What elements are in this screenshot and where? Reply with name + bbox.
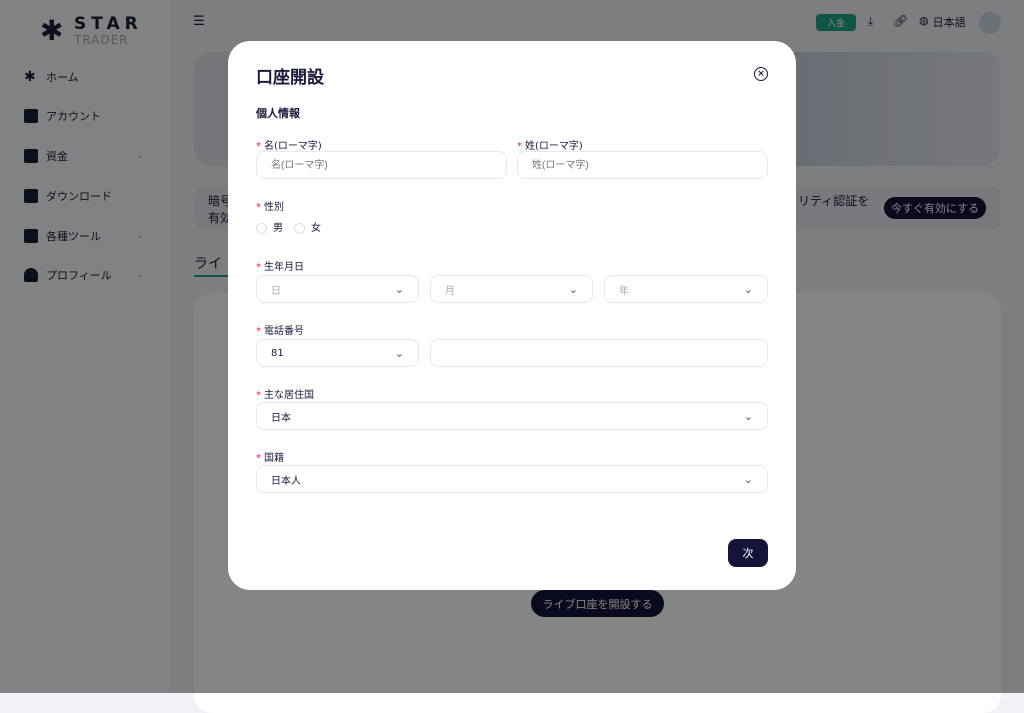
last-name-input[interactable] [517,151,768,179]
gender-label: * 性別 [256,202,284,213]
chevron-down-icon: ⌄ [394,346,404,360]
modal-title: 口座開設 [256,68,324,88]
section-title: 個人情報 [256,107,300,120]
chevron-down-icon: ⌄ [394,282,404,296]
chevron-down-icon: ⌄ [743,472,753,486]
birthdate-label: * 生年月日 [256,262,304,273]
account-open-modal: 口座開設 × 個人情報 *名(ローマ字) *姓(ローマ字) *性別 男 女 *生… [228,41,796,590]
first-name-input[interactable] [256,151,507,179]
chevron-down-icon: ⌄ [568,282,578,296]
birth-day-select[interactable]: 日 ⌄ [256,275,419,303]
residence-select[interactable]: 日本 ⌄ [256,402,768,430]
chevron-down-icon: ⌄ [743,282,753,296]
nationality-select[interactable]: 日本人 ⌄ [256,465,768,493]
nationality-label: * 国籍 [256,453,284,464]
birth-month-select[interactable]: 月 ⌄ [430,275,593,303]
residence-label: * 主な居住国 [256,390,314,401]
country-code-select[interactable]: 81 ⌄ [256,339,419,367]
close-icon[interactable]: × [754,67,768,81]
phone-input[interactable] [430,339,768,367]
gender-male-radio[interactable]: 男 [256,219,283,234]
phone-label: * 電話番号 [256,326,304,337]
chevron-down-icon: ⌄ [743,409,753,423]
birth-year-select[interactable]: 年 ⌄ [604,275,768,303]
first-name-label: * 名(ローマ字) [256,141,322,152]
next-button[interactable]: 次 [728,539,768,567]
last-name-label: * 姓(ローマ字) [517,141,583,152]
gender-female-radio[interactable]: 女 [294,219,321,234]
